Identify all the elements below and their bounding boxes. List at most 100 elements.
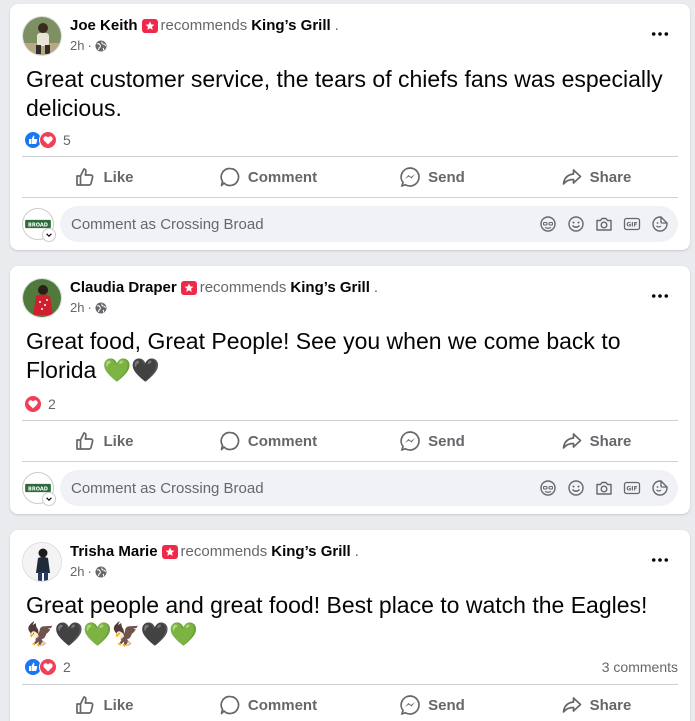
reaction-count[interactable]: 2 — [48, 396, 56, 412]
page-avatar[interactable]: BROAD — [22, 208, 56, 242]
like-button[interactable]: Like — [22, 157, 186, 197]
camera-icon[interactable] — [594, 478, 614, 498]
more-options-button[interactable] — [646, 284, 674, 308]
send-label: Send — [428, 168, 465, 186]
comment-label: Comment — [247, 696, 318, 714]
comment-count-link[interactable]: 3 comments — [602, 659, 678, 675]
comment-button[interactable]: Comment — [186, 157, 350, 197]
business-name[interactable]: King’s Grill — [251, 17, 330, 34]
sticker-icon[interactable] — [650, 478, 670, 498]
reactions-bar: 2 3 comments — [24, 657, 678, 677]
love-icon — [39, 131, 57, 149]
messenger-icon — [400, 431, 420, 452]
post-header: Joe Keith recommends King’s Grill . 2h · — [22, 16, 674, 56]
like-label: Like — [103, 696, 134, 714]
separator-dot: . — [354, 543, 359, 560]
more-options-button[interactable] — [646, 22, 674, 46]
comment-button[interactable]: Comment — [186, 421, 350, 461]
like-label: Like — [103, 168, 134, 186]
share-label: Share — [589, 696, 632, 714]
post-text: Great food, Great People! See you when w… — [26, 328, 621, 383]
svg-text:BROAD: BROAD — [28, 486, 48, 492]
sticker-icon[interactable] — [650, 214, 670, 234]
comment-input[interactable]: Comment as Crossing Broad GIF — [60, 206, 678, 242]
chevron-down-icon[interactable] — [42, 492, 56, 506]
comment-placeholder: Comment as Crossing Broad — [71, 215, 264, 233]
divider — [22, 461, 678, 462]
business-name[interactable]: King’s Grill — [271, 543, 350, 560]
separator-dot: . — [334, 17, 339, 34]
gif-icon[interactable]: GIF — [622, 478, 642, 498]
author-name[interactable]: Trisha Marie — [70, 543, 158, 560]
svg-text:BROAD: BROAD — [28, 222, 48, 228]
time-separator: · — [87, 38, 92, 53]
emoji-icon[interactable] — [566, 214, 586, 234]
comment-icon — [220, 167, 240, 187]
send-label: Send — [428, 432, 465, 450]
share-label: Share — [589, 168, 632, 186]
author-name[interactable]: Joe Keith — [70, 17, 138, 34]
thumbs-up-icon — [76, 696, 94, 714]
comment-button[interactable]: Comment — [186, 685, 350, 721]
comment-composer: BROAD Comment as Crossing Broad GIF — [22, 206, 678, 242]
like-button[interactable]: Like — [22, 685, 186, 721]
like-label: Like — [103, 432, 134, 450]
globe-icon — [95, 302, 107, 314]
share-icon — [562, 433, 581, 449]
share-label: Share — [589, 432, 632, 450]
share-button[interactable]: Share — [514, 421, 678, 461]
post-card: Claudia Draper recommends King’s Grill .… — [10, 266, 690, 514]
reaction-count[interactable]: 2 — [63, 659, 71, 675]
action-bar: Like Comment Send Share — [22, 685, 678, 721]
comment-label: Comment — [247, 168, 318, 186]
avatar-sticker-icon[interactable] — [538, 214, 558, 234]
send-button[interactable]: Send — [350, 157, 514, 197]
reactions-bar[interactable]: 5 — [24, 130, 678, 150]
gif-icon[interactable]: GIF — [622, 214, 642, 234]
post-time[interactable]: 2h — [70, 564, 84, 579]
avatar[interactable] — [22, 542, 62, 582]
post-card: Joe Keith recommends King’s Grill . 2h ·… — [10, 4, 690, 250]
recommend-icon — [141, 18, 158, 34]
avatar[interactable] — [22, 278, 62, 318]
action-bar: Like Comment Send Share — [22, 157, 678, 197]
share-button[interactable]: Share — [514, 685, 678, 721]
business-name[interactable]: King’s Grill — [290, 279, 369, 296]
recommend-icon — [161, 544, 178, 560]
recommend-text: recommends — [180, 543, 268, 560]
author-name[interactable]: Claudia Draper — [70, 279, 177, 296]
share-icon — [562, 169, 581, 185]
comment-composer: BROAD Comment as Crossing Broad GIF — [22, 470, 678, 506]
comment-icon — [220, 695, 240, 715]
avatar[interactable] — [22, 16, 62, 56]
reaction-count[interactable]: 5 — [63, 132, 71, 148]
time-separator: · — [87, 564, 92, 579]
thumbs-up-icon — [76, 432, 94, 450]
recommend-text: recommends — [199, 279, 287, 296]
reactions-bar[interactable]: 2 — [24, 394, 678, 414]
globe-icon — [95, 40, 107, 52]
share-button[interactable]: Share — [514, 157, 678, 197]
more-options-button[interactable] — [646, 548, 674, 572]
send-button[interactable]: Send — [350, 685, 514, 721]
avatar-sticker-icon[interactable] — [538, 478, 558, 498]
send-label: Send — [428, 696, 465, 714]
post-header: Claudia Draper recommends King’s Grill .… — [22, 278, 674, 318]
comment-label: Comment — [247, 432, 318, 450]
like-button[interactable]: Like — [22, 421, 186, 461]
send-button[interactable]: Send — [350, 421, 514, 461]
time-separator: · — [87, 300, 92, 315]
post-text: Great customer service, the tears of chi… — [26, 66, 663, 121]
recommend-text: recommends — [160, 17, 248, 34]
chevron-down-icon[interactable] — [42, 228, 56, 242]
globe-icon — [95, 566, 107, 578]
separator-dot: . — [373, 279, 379, 296]
comment-input[interactable]: Comment as Crossing Broad GIF — [60, 470, 678, 506]
page-avatar[interactable]: BROAD — [22, 472, 56, 506]
camera-icon[interactable] — [594, 214, 614, 234]
post-time[interactable]: 2h — [70, 38, 84, 53]
emoji-icon[interactable] — [566, 478, 586, 498]
comment-icon — [220, 431, 240, 451]
reaction-icons[interactable] — [24, 658, 57, 676]
post-time[interactable]: 2h — [70, 300, 84, 315]
